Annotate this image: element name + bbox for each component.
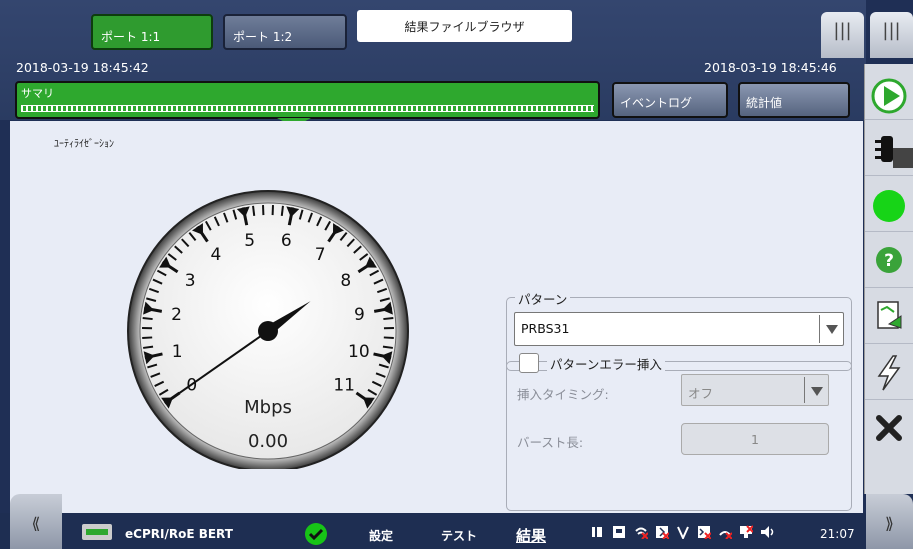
error-insert-group: パターンエラー挿入 挿入タイミング: オフ バースト長: 1	[506, 353, 852, 511]
gauge-scale-label: 5	[244, 231, 255, 251]
bluetooth-off-icon	[656, 526, 669, 539]
double-chevron-right-icon: ⟫	[885, 514, 894, 533]
insert-timing-value: オフ	[688, 386, 714, 401]
help-button[interactable]: ?	[865, 232, 913, 288]
help-icon: ?	[876, 247, 902, 273]
gauge-minor-tick	[142, 317, 153, 321]
traffic-button[interactable]	[865, 120, 913, 176]
menu-icon: |||	[833, 20, 852, 41]
chevron-down-icon[interactable]	[819, 315, 843, 343]
start-timestamp: 2018-03-19 18:45:42	[16, 60, 149, 75]
terminal-icon	[698, 526, 711, 539]
statistics-button[interactable]: 統計値	[738, 82, 850, 118]
pattern-value: PRBS31	[521, 321, 570, 336]
start-button[interactable]	[865, 64, 913, 120]
storage-icon	[613, 526, 625, 538]
burst-length-field[interactable]: 1	[681, 423, 829, 455]
event-log-button[interactable]: イベントログ	[612, 82, 728, 118]
result-file-browser-tab[interactable]: 結果ファイルブラウザ	[357, 10, 572, 42]
chevron-down-icon[interactable]	[804, 377, 828, 403]
footer-right-handle[interactable]: ⟫	[866, 494, 913, 549]
gauge-value: 0.00	[248, 431, 288, 452]
plug-icon	[592, 527, 602, 537]
close-icon	[876, 415, 902, 441]
clock: 21:07	[820, 527, 855, 541]
menu-handle-right[interactable]: |||	[870, 12, 913, 58]
nav-results[interactable]: 結果	[516, 525, 546, 546]
gauge-scale-label: 10	[348, 342, 370, 362]
pattern-legend: パターン	[515, 289, 571, 308]
gauge-minor-tick	[383, 317, 394, 321]
error-insert-checkbox[interactable]	[519, 353, 539, 373]
status-led-button[interactable]	[865, 176, 913, 232]
summary-label: サマリ	[21, 87, 54, 100]
error-insert-legend: パターンエラー挿入	[547, 354, 665, 373]
gauge-minor-tick	[252, 205, 256, 216]
signal-icon	[677, 526, 689, 539]
nav-test[interactable]: テスト	[441, 527, 477, 544]
network-off-icon	[740, 525, 753, 538]
gauge-scale-label: 1	[172, 342, 183, 362]
insert-timing-label: 挿入タイミング:	[517, 387, 609, 402]
wifi-off-icon	[635, 527, 648, 539]
gauge-minor-tick	[280, 205, 284, 216]
check-status-icon	[305, 523, 327, 545]
double-chevron-left-icon: ⟪	[31, 514, 41, 533]
gauge-scale-label: 4	[210, 245, 221, 265]
error-inject-icon	[877, 355, 901, 391]
current-timestamp: 2018-03-19 18:45:46	[704, 60, 837, 75]
app-name: eCPRI/RoE BERT	[125, 527, 233, 541]
burst-length-label: バースト長:	[517, 435, 584, 450]
utilization-label: ﾕｰﾃｨﾗｲｾﾞｰｼｮﾝ	[54, 139, 114, 150]
header: ポート 1:1 ポート 1:2 結果ファイルブラウザ ||| ||| 2018-…	[0, 0, 913, 120]
traffic-light-icon	[875, 136, 913, 168]
svg-text:?: ?	[884, 251, 894, 271]
app-logo-icon	[82, 524, 112, 540]
footer-left-handle[interactable]: ⟪	[10, 494, 62, 549]
tab-port-1-2[interactable]: ポート 1:2	[223, 14, 347, 50]
utilization-gauge: 01234567891011 Mbps 0.00	[127, 190, 409, 469]
gauge-scale-label: 9	[354, 305, 365, 325]
main-content: ﾕｰﾃｨﾗｲｾﾞｰｼｮﾝ 01234567891011 Mbps 0.00 パタ…	[10, 121, 863, 513]
summary-bar[interactable]: サマリ	[15, 81, 600, 119]
gauge-scale-label: 8	[340, 271, 351, 291]
tab-port-1-1[interactable]: ポート 1:1	[91, 14, 213, 50]
report-icon	[877, 301, 902, 329]
play-icon	[871, 78, 907, 114]
error-inject-button[interactable]	[865, 344, 913, 400]
close-button[interactable]	[865, 400, 913, 456]
gauge-scale-label: 11	[333, 375, 355, 395]
gauge-scale-label: 7	[315, 245, 326, 265]
summary-timeline	[21, 105, 594, 112]
volume-icon	[761, 526, 774, 538]
status-led-icon	[873, 190, 905, 222]
usb-off-icon	[719, 531, 732, 539]
gauge-scale-label: 3	[185, 271, 196, 291]
insert-timing-select[interactable]: オフ	[681, 374, 829, 406]
nav-settings[interactable]: 設定	[369, 527, 393, 544]
menu-icon: |||	[882, 20, 901, 41]
gauge-minor-tick	[383, 336, 394, 339]
report-button[interactable]	[865, 288, 913, 344]
gauge-scale-label: 2	[171, 305, 182, 325]
gauge-minor-tick	[142, 336, 153, 339]
gauge-minor-tick	[382, 345, 393, 349]
gauge-unit: Mbps	[244, 397, 292, 418]
gauge-scale-label: 6	[281, 231, 292, 251]
menu-handle-left[interactable]: |||	[821, 12, 864, 58]
gauge-hub	[258, 321, 278, 341]
pattern-select[interactable]: PRBS31	[514, 312, 844, 346]
right-toolbar: ?	[864, 64, 913, 494]
gauge-minor-tick	[143, 345, 154, 349]
